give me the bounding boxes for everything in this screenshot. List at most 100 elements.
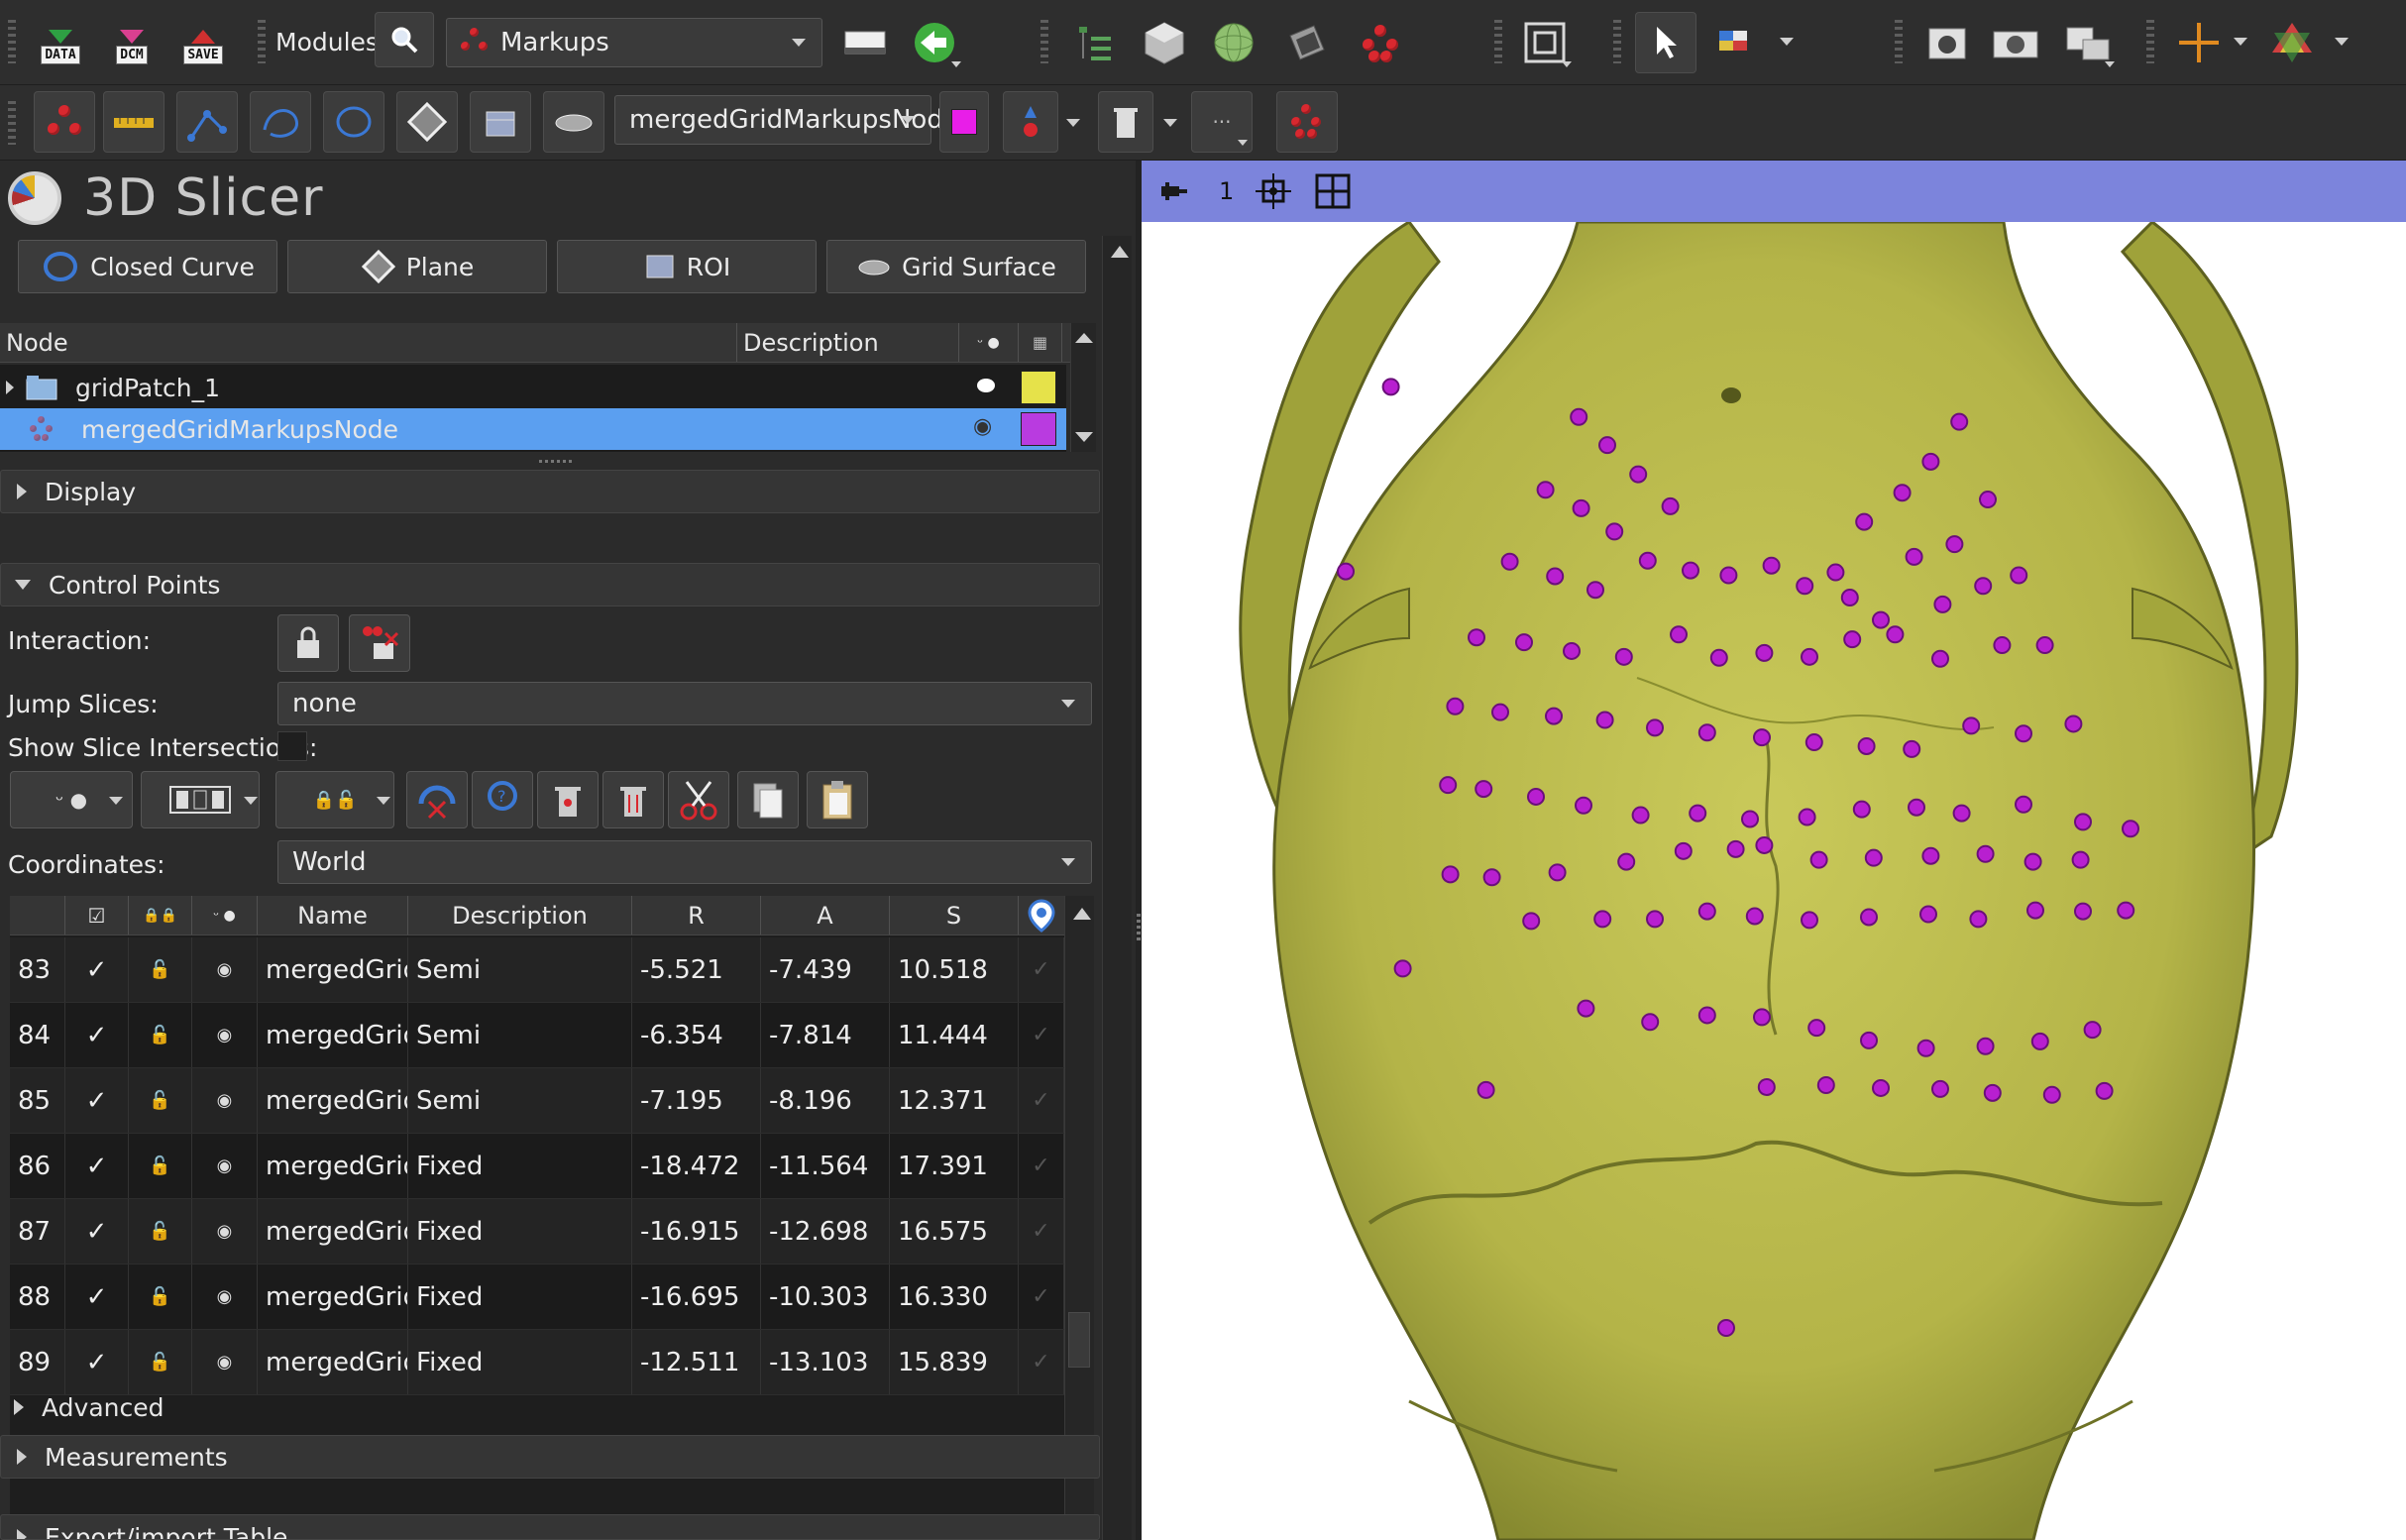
- visibility-toggle-icon[interactable]: [977, 379, 995, 392]
- control-point-marker[interactable]: [1753, 728, 1771, 747]
- delete-points-button[interactable]: [1098, 91, 1153, 153]
- control-point-marker[interactable]: [1843, 630, 1862, 649]
- control-point-marker[interactable]: [1570, 407, 1588, 426]
- control-point-marker[interactable]: [1670, 625, 1688, 644]
- new-closed-curve-button[interactable]: [323, 91, 384, 153]
- back-button[interactable]: [904, 12, 965, 73]
- table-row[interactable]: 86✓🔓◉mergedGrid...Fixed-18.472-11.56417.…: [10, 1134, 1064, 1199]
- control-point-marker[interactable]: [1631, 806, 1650, 825]
- control-point-marker[interactable]: [2083, 1021, 2102, 1040]
- chevron-down-icon[interactable]: [1066, 119, 1080, 127]
- table-row[interactable]: 88✓🔓◉mergedGrid...Fixed-16.695-10.30316.…: [10, 1265, 1064, 1330]
- control-point-marker[interactable]: [1893, 484, 1912, 502]
- control-point-marker[interactable]: [2071, 850, 2090, 869]
- col-name[interactable]: Name: [258, 896, 408, 935]
- control-point-marker[interactable]: [1798, 808, 1816, 826]
- control-point-marker[interactable]: [1661, 496, 1680, 515]
- control-point-marker[interactable]: [1546, 567, 1565, 586]
- control-point-marker[interactable]: [2010, 566, 2028, 585]
- control-point-marker[interactable]: [1908, 798, 1925, 817]
- delete-all-points-button[interactable]: [602, 771, 664, 828]
- new-angle-button[interactable]: [176, 91, 238, 153]
- measurements-section-header[interactable]: Measurements: [0, 1435, 1100, 1479]
- control-point-marker[interactable]: [1381, 378, 1400, 396]
- markups-cluster-button[interactable]: [1276, 91, 1338, 153]
- control-point-marker[interactable]: [1952, 804, 1971, 823]
- control-point-marker[interactable]: [1872, 1078, 1890, 1097]
- unlock-icon[interactable]: 🔓: [129, 1134, 192, 1198]
- eye-icon[interactable]: ◉: [192, 937, 258, 1002]
- control-point-marker[interactable]: [1337, 562, 1355, 581]
- control-point-marker[interactable]: [2023, 852, 2042, 871]
- pointer-mode-button[interactable]: [1635, 12, 1696, 73]
- control-point-marker[interactable]: [1646, 910, 1664, 929]
- eye-icon[interactable]: ◉: [192, 1134, 258, 1198]
- control-point-marker[interactable]: [1974, 577, 1993, 596]
- toolbar-grip[interactable]: [258, 20, 266, 63]
- control-point-marker[interactable]: [1491, 703, 1509, 721]
- control-point-marker[interactable]: [1614, 647, 1633, 666]
- place-mode-button[interactable]: [1003, 91, 1058, 153]
- unlock-icon[interactable]: 🔓: [129, 1068, 192, 1133]
- toolbar-grip[interactable]: [1895, 20, 1903, 63]
- layout-button[interactable]: [834, 12, 896, 73]
- control-point-marker[interactable]: [1598, 436, 1616, 455]
- control-point-marker[interactable]: [2015, 795, 2032, 814]
- control-point-marker[interactable]: [2030, 1032, 2049, 1050]
- chevron-down-icon[interactable]: [1163, 119, 1177, 127]
- markup-node-selector[interactable]: mergedGridMarkupsNode: [614, 95, 959, 145]
- missing-points-button[interactable]: [406, 771, 468, 828]
- coordinates-select[interactable]: World: [277, 840, 1092, 884]
- table-row[interactable]: 85✓🔓◉mergedGrid...Semi-7.195-8.19612.371…: [10, 1068, 1064, 1134]
- col-s[interactable]: S: [890, 896, 1019, 935]
- control-point-marker[interactable]: [1976, 844, 1995, 863]
- control-point-marker[interactable]: [1522, 912, 1541, 931]
- toolbar-grip[interactable]: [1613, 20, 1621, 63]
- save-button[interactable]: SAVE: [172, 12, 234, 73]
- col-color[interactable]: ▦: [1019, 323, 1062, 362]
- control-point-marker[interactable]: [1593, 910, 1612, 929]
- control-point-marker[interactable]: [1886, 625, 1905, 644]
- unlock-points-button[interactable]: [349, 614, 410, 672]
- node-color-swatch[interactable]: [1021, 371, 1056, 404]
- control-point-marker[interactable]: [2117, 901, 2135, 920]
- control-point-marker[interactable]: [1745, 907, 1764, 926]
- control-point-marker[interactable]: [1393, 959, 1412, 978]
- unlock-icon[interactable]: 🔓: [129, 1265, 192, 1329]
- create-plane-button[interactable]: Plane: [287, 240, 547, 293]
- chevron-down-icon[interactable]: [2234, 38, 2247, 46]
- control-point-marker[interactable]: [1697, 1006, 1716, 1025]
- col-node[interactable]: Node: [0, 323, 737, 362]
- control-point-marker[interactable]: [2074, 902, 2092, 921]
- restore-points-button[interactable]: ?: [472, 771, 533, 828]
- control-point-marker[interactable]: [1755, 835, 1774, 854]
- table-row[interactable]: 87✓🔓◉mergedGrid...Fixed-16.915-12.69816.…: [10, 1199, 1064, 1265]
- chevron-down-icon[interactable]: [1780, 38, 1794, 46]
- control-point-marker[interactable]: [1674, 841, 1693, 860]
- chevron-down-icon[interactable]: [244, 797, 258, 805]
- control-point-marker[interactable]: [1726, 839, 1745, 858]
- control-point-marker[interactable]: [1903, 739, 1921, 758]
- paste-button[interactable]: [807, 771, 868, 828]
- unlock-icon[interactable]: 🔓: [129, 1330, 192, 1394]
- control-point-marker[interactable]: [1709, 648, 1728, 667]
- create-grid-surface-button[interactable]: Grid Surface: [826, 240, 1086, 293]
- control-point-marker[interactable]: [1617, 852, 1636, 871]
- control-point-marker[interactable]: [1826, 563, 1845, 582]
- node-color-button[interactable]: [939, 91, 989, 153]
- chevron-down-icon[interactable]: [2335, 38, 2349, 46]
- threed-view[interactable]: 1: [1142, 161, 2406, 1540]
- control-point-marker[interactable]: [1921, 846, 1940, 865]
- panel-scrollbar[interactable]: [1102, 236, 1132, 1540]
- control-point-marker[interactable]: [1475, 780, 1493, 799]
- col-position-status[interactable]: [1019, 896, 1064, 935]
- module-selector[interactable]: Markups: [446, 18, 822, 67]
- control-point-marker[interactable]: [1575, 796, 1592, 815]
- resize-handle[interactable]: [539, 460, 575, 463]
- table-row[interactable]: 89✓🔓◉mergedGrid...Fixed-12.511-13.10315.…: [10, 1330, 1064, 1395]
- node-table-scrollbar[interactable]: [1070, 323, 1096, 452]
- view-button[interactable]: [1514, 12, 1576, 73]
- eye-icon[interactable]: ◉: [192, 1068, 258, 1133]
- control-point-marker[interactable]: [1969, 910, 1988, 929]
- control-point-marker[interactable]: [1697, 723, 1716, 742]
